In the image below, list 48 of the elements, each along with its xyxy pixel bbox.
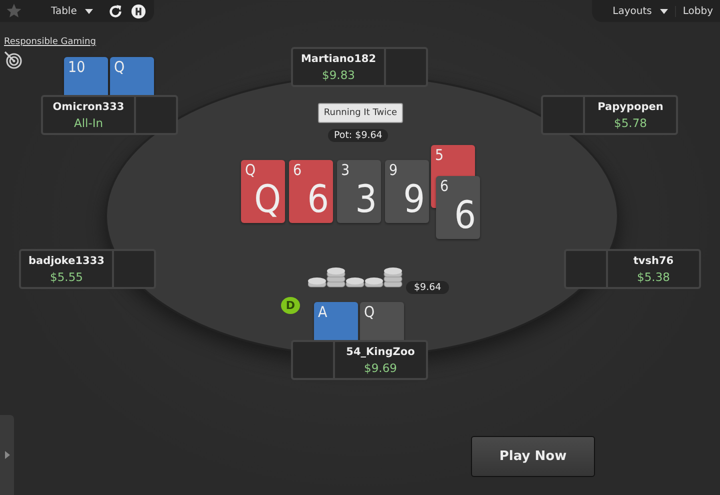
table-menu[interactable]: Table <box>44 6 100 16</box>
player-stack: $5.38 <box>637 270 670 284</box>
help-icon[interactable] <box>130 4 146 18</box>
card-rank: 6 <box>454 193 476 237</box>
player-name: Martiano182 <box>300 52 376 64</box>
player-name: Omicron333 <box>52 100 124 112</box>
player-seat[interactable]: badjoke1333 $5.55 <box>19 249 156 289</box>
player-stack: $5.78 <box>614 116 647 130</box>
player-seat[interactable]: Omicron333 All-In <box>41 95 178 135</box>
arrow-icon <box>4 451 10 459</box>
player-stack: $9.69 <box>364 360 397 374</box>
player-seat[interactable]: Martiano182 $9.83 <box>291 47 428 87</box>
target-icon[interactable] <box>4 51 22 69</box>
card-rank: 10 <box>68 58 86 76</box>
player-stack: $9.83 <box>322 68 355 82</box>
player-stack: All-In <box>74 116 104 130</box>
card-rank: 6 <box>440 177 449 195</box>
player-stack: $5.55 <box>50 270 83 284</box>
card-rank: Q <box>254 177 281 221</box>
pot-label: Pot: $9.64 <box>328 129 388 142</box>
player-name: Papypopen <box>598 100 664 112</box>
layouts-menu[interactable]: Layouts <box>606 6 675 16</box>
caret-icon <box>660 8 668 14</box>
card-rank: A <box>318 303 328 321</box>
card-rank: 9 <box>403 177 425 221</box>
play-now-button[interactable]: Play Now <box>471 436 595 477</box>
player-name: tvsh76 <box>633 254 674 266</box>
player-name: badjoke1333 <box>28 254 104 266</box>
bet-amount: $9.64 <box>406 281 450 294</box>
player-seat[interactable]: tvsh76 $5.38 <box>564 249 701 289</box>
card-rank: 9 <box>389 161 398 179</box>
caret-icon <box>84 8 93 14</box>
card-rank: 3 <box>341 161 350 179</box>
card-rank: Q <box>364 303 375 321</box>
star-icon[interactable] <box>6 3 22 19</box>
player-seat[interactable]: 54_KingZoo $9.69 <box>291 340 428 380</box>
card-rank: 6 <box>307 177 329 221</box>
card-rank: 5 <box>435 146 444 164</box>
responsible-gaming-link[interactable]: Responsible Gaming <box>4 37 96 47</box>
card-rank: Q <box>245 161 256 179</box>
lobby-button[interactable]: Lobby <box>674 6 720 16</box>
reload-icon[interactable] <box>108 4 123 18</box>
running-it-twice-button[interactable]: Running It Twice <box>318 103 403 123</box>
player-name: 54_KingZoo <box>346 346 415 358</box>
card-rank: 6 <box>293 161 302 179</box>
card-rank: Q <box>114 58 125 76</box>
player-seat[interactable]: Papypopen $5.78 <box>541 95 678 135</box>
card-rank: 3 <box>355 177 377 221</box>
